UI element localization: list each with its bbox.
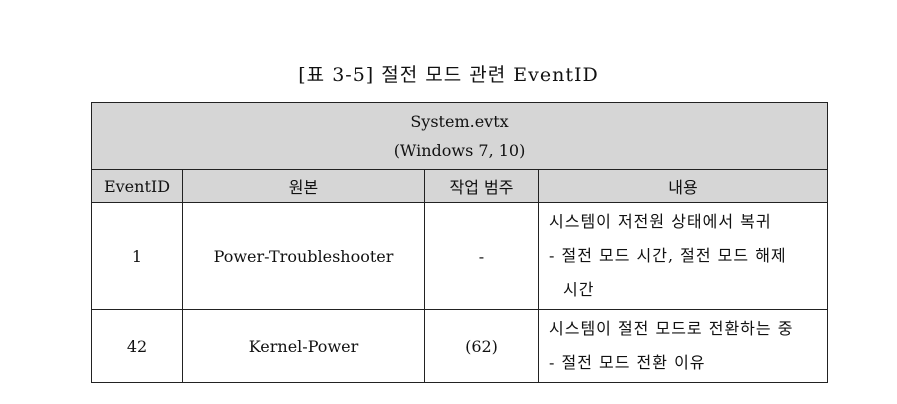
- table-title-os: (Windows 7, 10): [393, 141, 526, 160]
- content-line: - 절전 모드 시간, 절전 모드 해제: [549, 246, 787, 265]
- table-title-log: System.evtx: [410, 112, 509, 131]
- event-id-table: System.evtx (Windows 7, 10) EventID 원본 작…: [90, 102, 829, 383]
- column-header-content: 내용: [537, 169, 829, 203]
- content-line: 시간: [563, 280, 595, 299]
- content-line: - 절전 모드 전환 이유: [549, 353, 706, 372]
- column-header-row: EventID 원본 작업 범주 내용: [91, 169, 829, 203]
- column-header-eventid: EventID: [91, 169, 183, 203]
- cell-source: Power-Troubleshooter: [182, 202, 425, 310]
- table-row: 42 Kernel-Power (62) 시스템이 절전 모드로 전환하는 중 …: [91, 309, 829, 383]
- column-header-category: 작업 범주: [424, 169, 539, 203]
- cell-source: Kernel-Power: [182, 309, 425, 383]
- cell-eventid: 1: [91, 202, 183, 310]
- cell-content: 시스템이 저전원 상태에서 복귀 - 절전 모드 시간, 절전 모드 해제 시간: [537, 202, 829, 310]
- cell-content: 시스템이 절전 모드로 전환하는 중 - 절전 모드 전환 이유: [537, 309, 829, 383]
- cell-category: (62): [424, 309, 539, 383]
- cell-eventid: 42: [91, 309, 183, 383]
- column-header-source: 원본: [182, 169, 425, 203]
- cell-category: -: [424, 202, 539, 310]
- table-caption: [표 3-5] 절전 모드 관련 EventID: [298, 64, 599, 86]
- table-row: 1 Power-Troubleshooter - 시스템이 저전원 상태에서 복…: [91, 202, 829, 310]
- content-line: 시스템이 절전 모드로 전환하는 중: [549, 319, 794, 338]
- content-line: 시스템이 저전원 상태에서 복귀: [549, 212, 772, 231]
- table-title: System.evtx (Windows 7, 10): [90, 102, 829, 170]
